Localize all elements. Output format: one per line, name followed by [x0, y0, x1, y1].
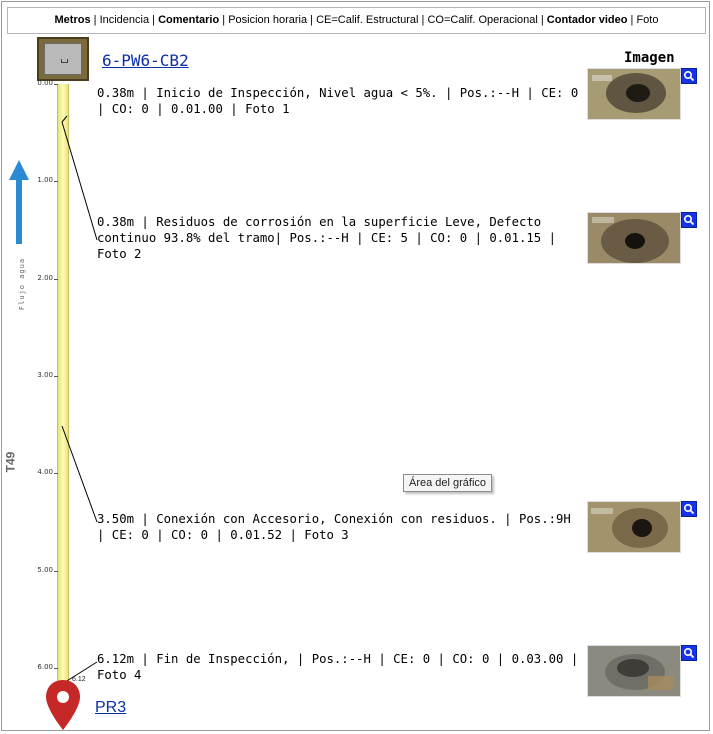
observation-4: 6.12m | Fin de Inspección, | Pos.:--H | … — [97, 652, 579, 682]
legend-incidencia: Incidencia — [99, 14, 150, 26]
axis-tick-label: 5.00 — [37, 565, 53, 574]
start-node-link[interactable]: 6-PW6-CB2 — [102, 51, 189, 70]
photo-thumbnail[interactable] — [587, 212, 681, 264]
zoom-icon[interactable] — [681, 68, 697, 84]
legend-metros: Metros — [54, 14, 91, 26]
pipe-segment — [57, 84, 69, 684]
axis-tick-mark — [54, 84, 58, 85]
photo-thumbnail[interactable] — [587, 645, 681, 697]
zoom-icon[interactable] — [681, 501, 697, 517]
legend-foto: Foto — [636, 14, 659, 26]
zoom-icon[interactable] — [681, 212, 697, 228]
axis-tick-mark — [54, 181, 58, 183]
manhole-cover-icon — [37, 37, 89, 81]
axis-tick-mark — [54, 375, 58, 377]
legend-header: Metros | Incidencia | Comentario | Posic… — [7, 7, 706, 34]
axis-tick-label: 6.00 — [37, 662, 53, 671]
pipe-id: T49 — [3, 451, 18, 473]
axis-tick-mark — [54, 570, 58, 572]
axis-tick-label: 4.00 — [37, 468, 53, 477]
axis-tick-label: 1.00 — [37, 176, 53, 185]
axis-tick-label: 0.00 — [37, 79, 53, 87]
axis-tick-mark — [54, 473, 58, 475]
observation-1: 0.38m | Inicio de Inspección, Nivel agua… — [97, 86, 579, 116]
legend-contador: Contador video — [546, 14, 628, 26]
chart-area-tooltip: Área del gráfico — [403, 474, 493, 492]
photo-thumbnail[interactable] — [587, 68, 681, 120]
legend-co: CO=Calif. Operacional — [427, 14, 538, 26]
photo-thumbnail[interactable] — [587, 501, 681, 553]
axis-tick-label: 2.00 — [37, 273, 53, 282]
flow-label: Flujo agua — [18, 257, 27, 311]
observation-3: 3.50m | Conexión con Accesorio, Conexión… — [97, 512, 571, 542]
legend-posicion: Posicion horaria — [228, 14, 308, 26]
location-pin-icon — [46, 680, 80, 730]
flow-arrow-icon — [9, 160, 29, 244]
axis-tick-label: 3.00 — [37, 370, 53, 379]
zoom-icon[interactable] — [681, 645, 697, 661]
legend-ce: CE=Calif. Estructural — [316, 14, 419, 26]
end-node-link[interactable]: PR3 — [95, 699, 126, 717]
observation-2: 0.38m | Residuos de corrosión en la supe… — [97, 215, 557, 261]
axis-tick-mark — [54, 278, 58, 280]
legend-comentario: Comentario — [158, 14, 220, 26]
image-column-title: Imagen — [624, 50, 675, 66]
axis-tick-mark — [54, 667, 58, 669]
